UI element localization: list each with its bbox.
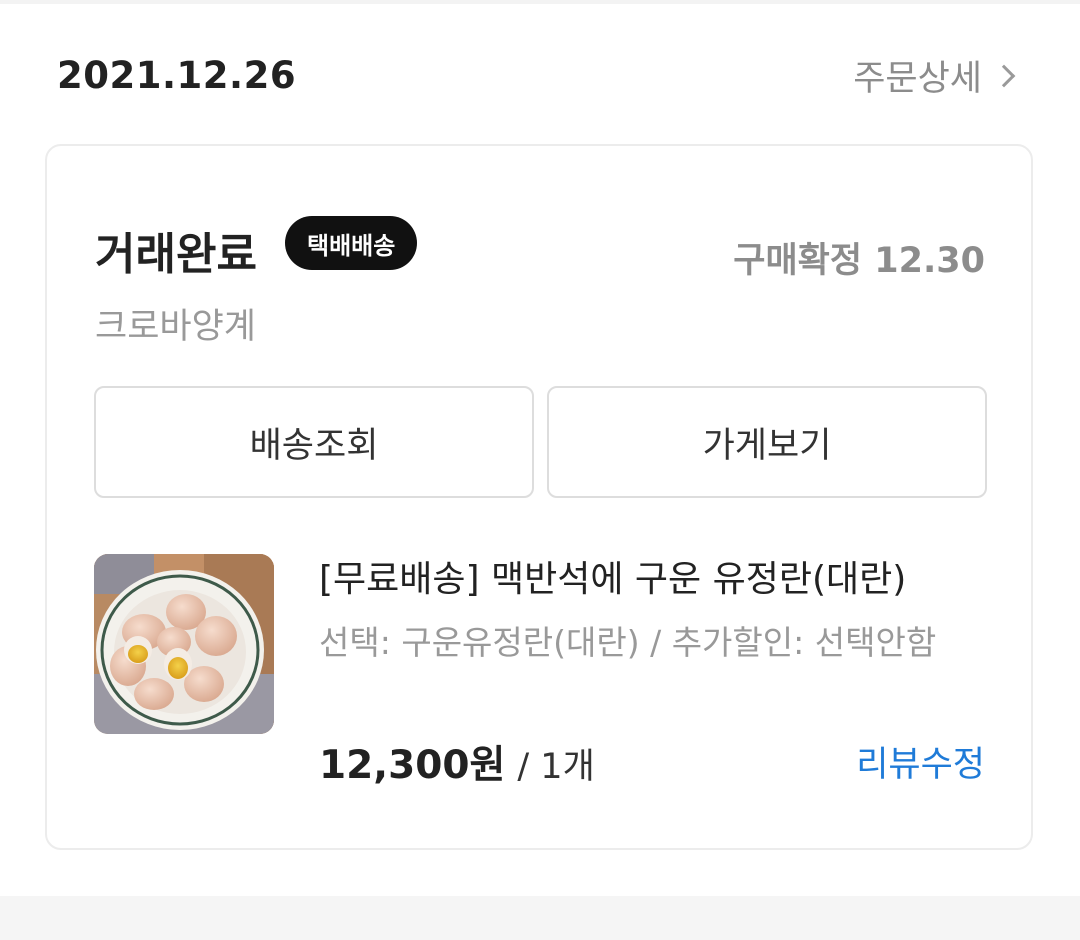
order-card: 거래완료 택배배송 구매확정 12.30 크로바양계 배송조회 가게보기 [무료… — [45, 144, 1033, 850]
delivery-type-badge: 택배배송 — [285, 216, 418, 270]
view-store-button[interactable]: 가게보기 — [547, 386, 987, 498]
order-status: 거래완료 — [95, 229, 257, 280]
track-delivery-button[interactable]: 배송조회 — [94, 386, 534, 498]
order-detail-link[interactable]: 주문상세 — [853, 50, 1018, 101]
order-section: 2021.12.26 주문상세 거래완료 택배배송 구매확정 12.30 크로바… — [0, 4, 1080, 896]
product-name[interactable]: [무료배송] 맥반석에 구운 유정란(대란) — [319, 554, 999, 606]
edit-review-link[interactable]: 리뷰수정 — [856, 736, 985, 787]
product-thumbnail[interactable] — [94, 554, 274, 734]
seller-name: 크로바양계 — [95, 307, 257, 347]
chevron-right-icon — [992, 64, 1016, 87]
product-price: 12,300원 — [319, 743, 506, 788]
order-date: 2021.12.26 — [57, 54, 297, 97]
purchase-confirm-info: 구매확정 12.30 — [733, 232, 985, 283]
price-row: 12,300원 / 1개 — [319, 734, 595, 790]
product-quantity: / 1개 — [517, 747, 595, 787]
confirm-label: 구매확정 — [733, 241, 863, 281]
order-detail-label: 주문상세 — [853, 59, 982, 99]
boiled-eggs-photo — [94, 554, 274, 734]
confirm-date: 12.30 — [874, 241, 985, 281]
product-option: 선택: 구운유정란(대란) / 추가할인: 선택안함 — [319, 623, 937, 662]
